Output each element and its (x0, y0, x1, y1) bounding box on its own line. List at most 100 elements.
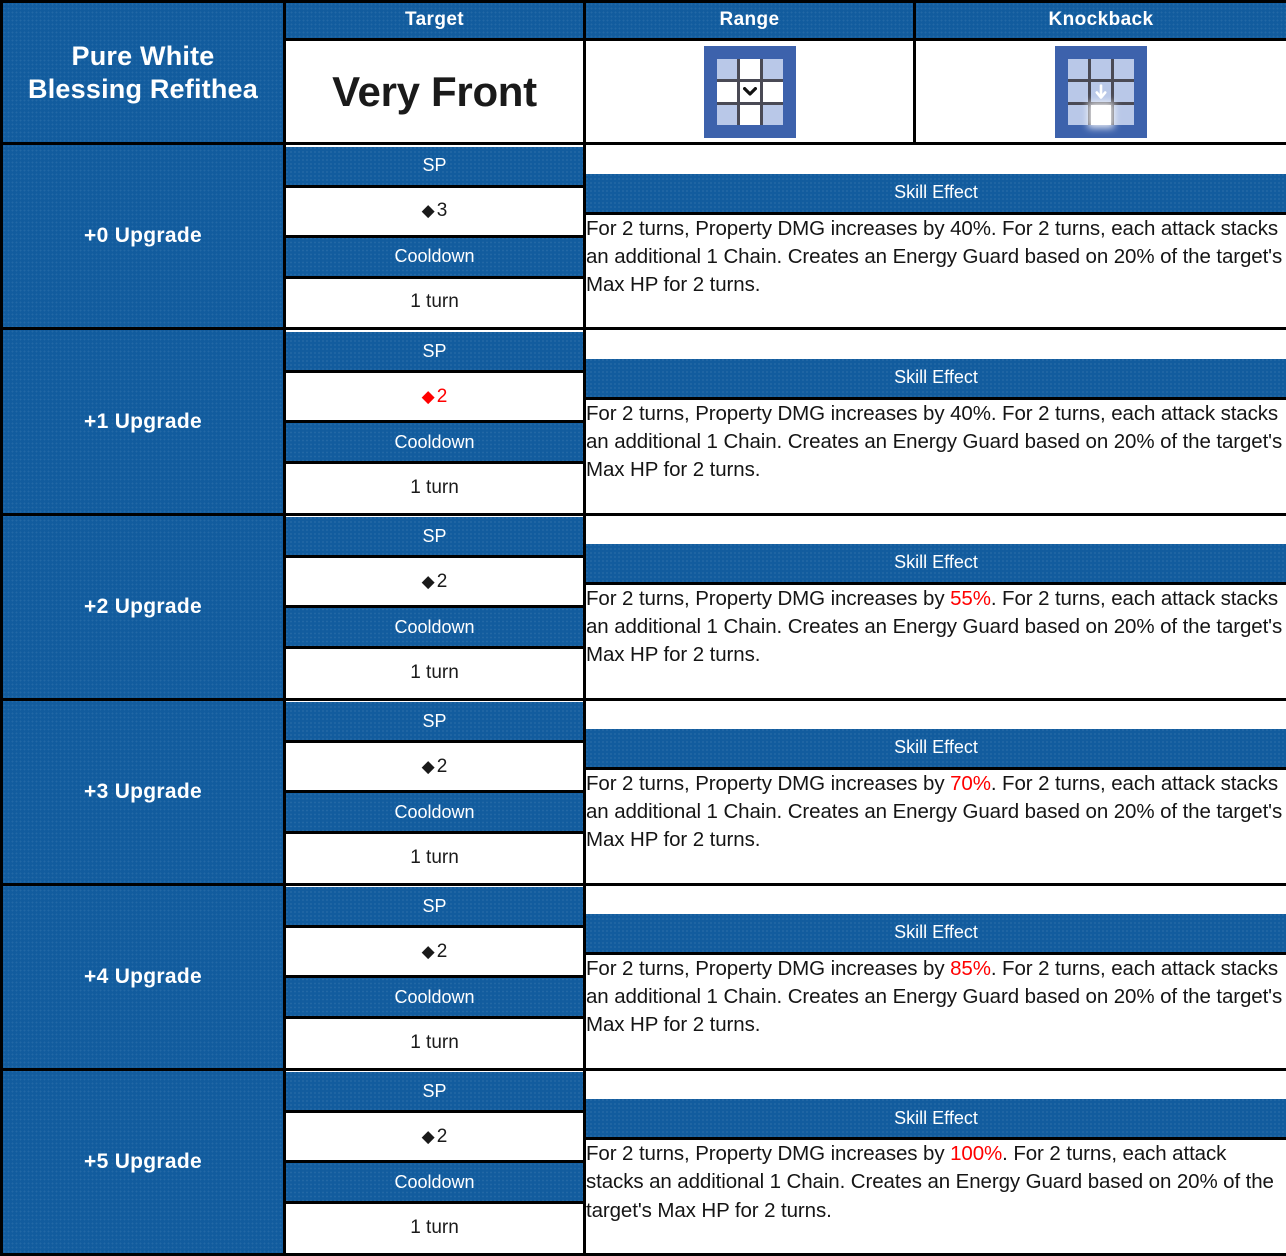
skill-effect-header-label: Skill Effect (894, 552, 978, 573)
cooldown-header-label: Cooldown (394, 616, 475, 637)
knockback-cell-bottom-right (1114, 104, 1134, 125)
sp-value: 2 (436, 755, 448, 777)
knockback-cell-top-center (1091, 58, 1111, 79)
sp-cooldown-cell: SP ◆3 Cooldown 1 turn (283, 142, 586, 331)
sp-cooldown-cell: SP ◆2 Cooldown 1 turn (283, 1067, 586, 1256)
skill-effect-body-cell: For 2 turns, Property DMG increases by 5… (586, 583, 1286, 670)
column-header-range: Range (583, 0, 916, 41)
cooldown-value: 1 turn (410, 476, 459, 498)
sp-cooldown-table: SP ◆2 Cooldown 1 turn (286, 517, 583, 697)
cooldown-header-label: Cooldown (394, 246, 475, 267)
sp-value-group: ◆2 (422, 941, 448, 962)
cooldown-value: 1 turn (410, 661, 459, 683)
range-grid-icon (703, 45, 796, 138)
range-grid-inner (716, 58, 783, 125)
effect-percent-value: 85% (950, 956, 991, 980)
sp-cooldown-cell: SP ◆2 Cooldown 1 turn (283, 327, 586, 516)
skill-name-line2: Blessing Refithea (28, 73, 258, 104)
skill-effect-header-cell: Skill Effect (586, 358, 1286, 400)
range-cell-middle-right (762, 81, 783, 102)
sp-header-label: SP (422, 525, 447, 546)
sp-header-cell: SP (286, 702, 583, 744)
effect-percent-value: 40% (950, 401, 991, 425)
sp-cooldown-cell: SP ◆2 Cooldown 1 turn (283, 512, 586, 701)
sp-header-label: SP (422, 1080, 447, 1101)
sp-value-cell: ◆3 (286, 186, 583, 238)
cooldown-value-cell: 1 turn (286, 1017, 583, 1067)
skill-effect-table: Skill Effect For 2 turns, Property DMG in… (586, 543, 1286, 670)
cooldown-value: 1 turn (410, 291, 459, 313)
upgrade-row: +3 Upgrade SP ◆2 Cooldown 1 turn Skill Effect… (0, 697, 1286, 886)
sp-cooldown-table: SP ◆2 Cooldown 1 turn (286, 1072, 583, 1252)
skill-effect-header-cell: Skill Effect (586, 173, 1286, 215)
cooldown-header-cell: Cooldown (286, 976, 583, 1020)
skill-effect-text: For 2 turns, Property DMG increases by 1… (586, 1142, 1274, 1222)
sp-value-group: ◆2 (422, 386, 448, 407)
knockback-cell-center (1091, 81, 1111, 102)
cooldown-header-label: Cooldown (394, 801, 475, 822)
effect-text-prefix: For 2 turns, Property DMG increases by (586, 216, 951, 240)
knockback-cell-middle-right (1114, 81, 1134, 102)
effect-percent-value: 55% (950, 586, 991, 610)
skill-effect-header-label: Skill Effect (894, 922, 978, 943)
sp-value-group: ◆2 (422, 756, 448, 777)
effect-text-prefix: For 2 turns, Property DMG increases by (586, 586, 951, 610)
upgrade-rows-group: +0 Upgrade SP ◆3 Cooldown 1 turn Skill Effect… (0, 142, 1286, 1256)
table-header-group: Pure White Blessing Refithea Target Rang… (0, 0, 1286, 146)
skill-effect-body-cell: For 2 turns, Property DMG increases by 7… (586, 768, 1286, 855)
sp-value: 2 (436, 940, 448, 962)
skill-effect-body-cell: For 2 turns, Property DMG increases by 8… (586, 953, 1286, 1040)
range-icon-cell (583, 37, 916, 146)
skill-effect-body-cell: For 2 turns, Property DMG increases by 1… (586, 1138, 1286, 1225)
sp-header-label: SP (422, 710, 447, 731)
skill-effect-header-label: Skill Effect (894, 182, 978, 202)
sp-diamond-icon: ◆ (421, 941, 437, 961)
sp-header-label: SP (422, 340, 447, 361)
sp-diamond-icon: ◆ (421, 1126, 437, 1146)
sp-value-group: ◆2 (422, 1126, 448, 1147)
sp-header-cell: SP (286, 332, 583, 373)
header-labels-row: Pure White Blessing Refithea Target Rang… (0, 0, 1286, 146)
sp-cooldown-table: SP ◆2 Cooldown 1 turn (286, 332, 583, 512)
upgrade-label-cell: +0 Upgrade (0, 142, 286, 331)
skill-effect-table: Skill Effect For 2 turns, Property DMG in… (586, 913, 1286, 1040)
upgrade-row: +2 Upgrade SP ◆2 Cooldown 1 turn Skill Effect… (0, 512, 1286, 701)
skill-effect-cell: Skill Effect For 2 turns, Property DMG in… (583, 1067, 1286, 1256)
sp-value-cell: ◆2 (286, 926, 583, 979)
upgrade-label-cell: +3 Upgrade (0, 697, 286, 886)
sp-value-cell: ◆2 (286, 1111, 583, 1164)
skill-effect-cell: Skill Effect For 2 turns, Property DMG in… (583, 142, 1286, 331)
upgrade-label-cell: +5 Upgrade (0, 1067, 286, 1256)
effect-text-prefix: For 2 turns, Property DMG increases by (586, 956, 951, 980)
effect-percent-value: 40% (950, 216, 991, 240)
skill-effect-cell: Skill Effect For 2 turns, Property DMG in… (583, 327, 1286, 516)
sp-value: 2 (436, 570, 448, 592)
knockback-cell-bottom-left (1068, 104, 1088, 125)
sp-value: 3 (436, 200, 448, 222)
arrow-down-icon (1095, 84, 1107, 99)
skill-effect-table: Skill Effect For 2 turns, Property DMG in… (586, 1099, 1286, 1225)
skill-effect-table: Skill Effect For 2 turns, Property DMG in… (586, 358, 1286, 485)
cooldown-header-cell: Cooldown (286, 606, 583, 650)
cooldown-header-label: Cooldown (394, 431, 475, 452)
skill-effect-text: For 2 turns, Property DMG increases by 5… (586, 587, 1282, 667)
skill-effect-cell: Skill Effect For 2 turns, Property DMG in… (583, 512, 1286, 701)
knockback-icon-cell (913, 37, 1286, 146)
column-header-target: Target (283, 0, 586, 41)
range-cell-center (739, 81, 760, 102)
skill-effect-header-cell: Skill Effect (586, 913, 1286, 955)
cooldown-header-cell: Cooldown (286, 236, 583, 279)
knockback-cell-bottom-center (1091, 104, 1111, 125)
upgrade-row: +5 Upgrade SP ◆2 Cooldown 1 turn Skill Effect… (0, 1067, 1286, 1256)
skill-effect-text: For 2 turns, Property DMG increases by 4… (586, 402, 1282, 482)
cooldown-header-label: Cooldown (394, 986, 475, 1007)
effect-text-prefix: For 2 turns, Property DMG increases by (586, 401, 951, 425)
knockback-cell-top-left (1068, 58, 1088, 79)
skill-effect-header-cell: Skill Effect (586, 543, 1286, 585)
cooldown-header-cell: Cooldown (286, 791, 583, 835)
cooldown-header-label: Cooldown (394, 1171, 475, 1192)
skill-effect-header-label: Skill Effect (894, 367, 978, 388)
sp-value: 2 (436, 385, 448, 407)
range-cell-bottom-center (739, 104, 760, 125)
skill-effect-body-cell: For 2 turns, Property DMG increases by 4… (586, 398, 1286, 485)
